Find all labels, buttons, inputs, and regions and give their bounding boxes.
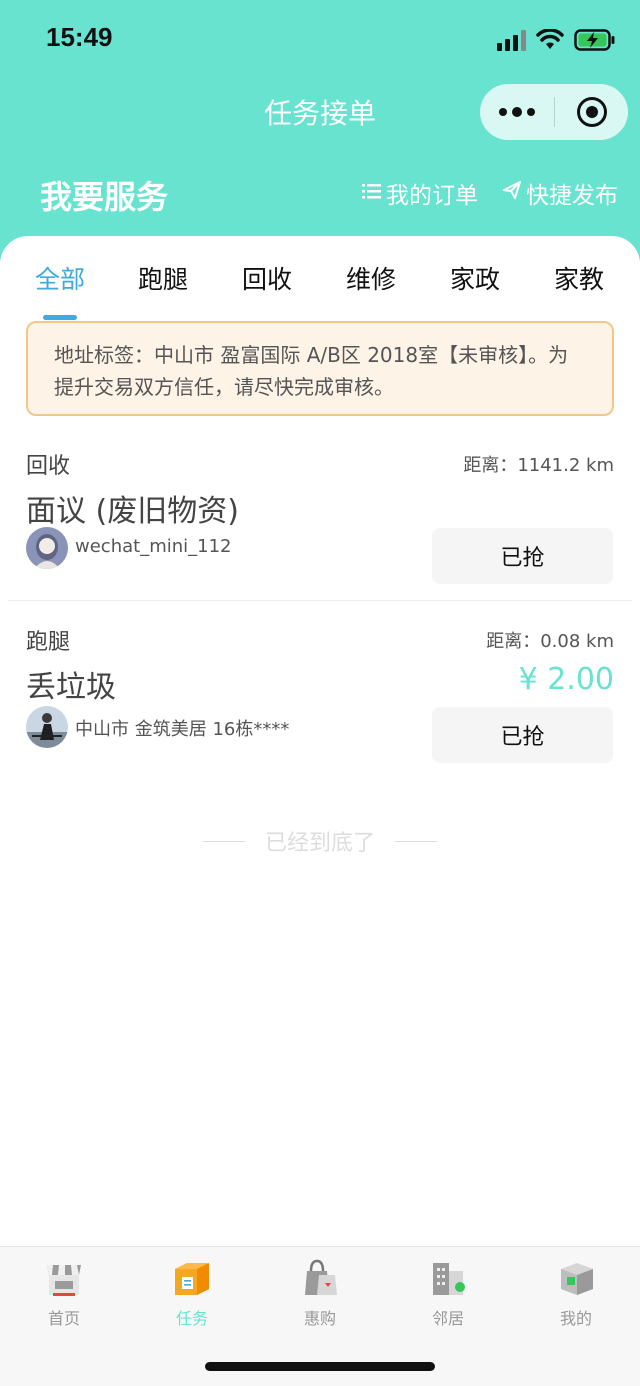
list-icon (362, 180, 382, 206)
close-mini-program-icon[interactable] (555, 97, 628, 127)
task-user: 中山市 金筑美居 16栋**** (75, 719, 290, 740)
battery-icon (574, 29, 616, 51)
status-bar: 15:49 (0, 0, 640, 80)
task-user: wechat_mini_112 (75, 536, 232, 557)
end-of-list: 已经到底了 (0, 826, 640, 856)
tab-home[interactable]: 首页 (14, 1257, 114, 1329)
send-icon (502, 180, 522, 206)
status-icons (497, 26, 616, 54)
end-line-left (202, 840, 245, 842)
task-distance: 距离：0.08 km (486, 631, 614, 652)
avatar (26, 706, 68, 748)
quick-publish-label: 快捷发布 (526, 183, 618, 209)
tab-errand[interactable]: 跑腿 (138, 260, 188, 296)
tab-neighbors-label: 邻居 (431, 1309, 464, 1328)
profile-cube-icon (555, 1257, 597, 1299)
shop-icon (43, 1257, 85, 1299)
avatar (26, 527, 68, 569)
wifi-icon (536, 29, 564, 51)
my-orders-label: 我的订单 (386, 183, 478, 209)
tab-tasks-label: 任务 (175, 1309, 208, 1328)
tab-all[interactable]: 全部 (35, 260, 85, 296)
task-distance: 距离：1141.2 km (463, 455, 614, 476)
tab-tasks[interactable]: 任务 (142, 1257, 242, 1329)
active-tab-indicator (43, 315, 77, 320)
grabbed-button[interactable]: 已抢 (432, 528, 613, 584)
tab-home-label: 首页 (47, 1309, 80, 1328)
tab-recycle[interactable]: 回收 (242, 260, 292, 296)
address-review-notice[interactable]: 地址标签：中山市 盈富国际 A/B区 2018室【未审核】。为提升交易双方信任，… (26, 321, 614, 416)
shopping-bag-icon (299, 1257, 341, 1299)
building-icon (427, 1257, 469, 1299)
task-title: 丢垃圾 (26, 670, 116, 705)
quick-publish-link[interactable]: 快捷发布 (502, 176, 618, 210)
card-divider (8, 600, 632, 601)
more-menu-icon[interactable] (480, 106, 554, 117)
tab-deals-label: 惠购 (303, 1309, 336, 1328)
task-price: ¥ 2.00 (518, 662, 614, 697)
my-orders-link[interactable]: 我的订单 (362, 176, 478, 210)
tab-deals[interactable]: 惠购 (270, 1257, 370, 1329)
end-of-list-label: 已经到底了 (264, 831, 375, 856)
tab-neighbors[interactable]: 邻居 (398, 1257, 498, 1329)
tab-tutoring[interactable]: 家教 (554, 260, 604, 296)
task-category: 跑腿 (26, 630, 71, 655)
grabbed-button[interactable]: 已抢 (432, 707, 613, 763)
page-title: 我要服务 (40, 178, 169, 216)
tab-mine-label: 我的 (559, 1309, 592, 1328)
tab-mine[interactable]: 我的 (526, 1257, 626, 1329)
task-box-icon (171, 1257, 213, 1299)
tab-repair[interactable]: 维修 (346, 260, 396, 296)
task-title: 面议 (废旧物资) (26, 494, 239, 529)
signal-icon (497, 29, 526, 51)
status-time: 15:49 (46, 22, 113, 52)
tab-housekeeping[interactable]: 家政 (450, 260, 500, 296)
category-tabs: 全部 跑腿 回收 维修 家政 家教 (0, 260, 640, 320)
mini-program-capsule (480, 84, 628, 140)
content-panel: 全部 跑腿 回收 维修 家政 家教 地址标签：中山市 盈富国际 A/B区 201… (0, 236, 640, 1246)
end-line-right (395, 840, 437, 842)
home-indicator (205, 1362, 435, 1371)
task-category: 回收 (26, 454, 71, 479)
